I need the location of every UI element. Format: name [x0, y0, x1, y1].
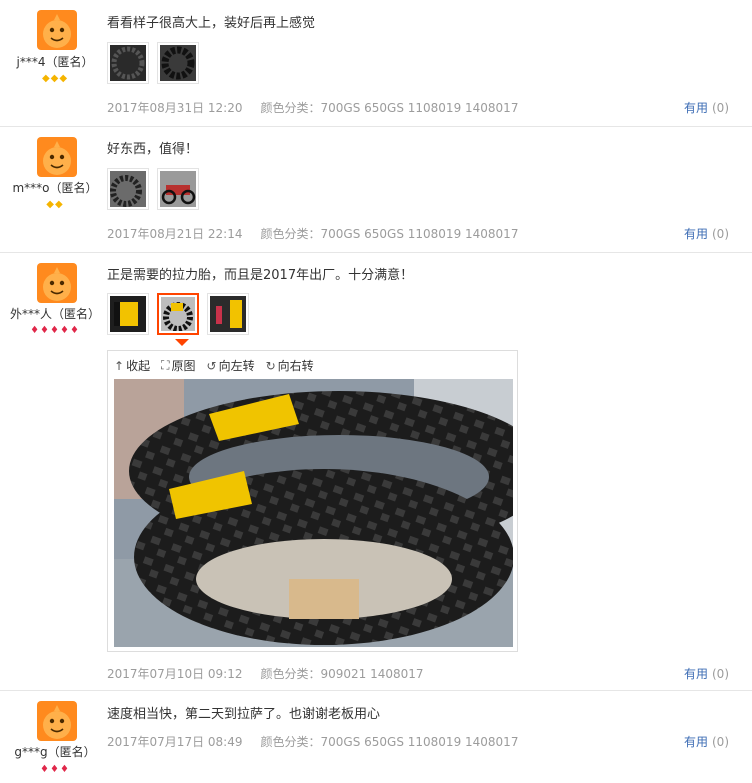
rank-badge: ♦♦♦: [40, 764, 70, 775]
useful-button[interactable]: 有用 (0): [684, 99, 729, 116]
photo-thumbnail[interactable]: [207, 293, 249, 335]
useful-count: (0): [712, 735, 729, 749]
username: g***g（匿名）: [14, 745, 96, 759]
rank-badge: ♦♦♦♦♦: [30, 325, 80, 336]
original-image-label: 原图: [171, 359, 196, 373]
review-text: 看看样子很高大上，装好后再上感觉: [107, 16, 316, 31]
photo-thumbnail-selected[interactable]: [157, 293, 199, 335]
avatar[interactable]: [37, 10, 77, 50]
review-meta: 2017年08月21日 22:14 颜色分类：700GS 650GS 110801…: [107, 225, 518, 242]
rotate-left-icon: ↺: [206, 358, 217, 373]
useful-count: (0): [712, 227, 729, 241]
useful-button[interactable]: 有用 (0): [684, 665, 729, 682]
username: j***4（匿名）: [16, 55, 94, 69]
useful-label[interactable]: 有用: [684, 101, 708, 115]
useful-label[interactable]: 有用: [684, 735, 708, 749]
selected-thumbnail-pointer: [175, 339, 189, 346]
review-spec: 颜色分类：700GS 650GS 1108019 1408017: [260, 227, 519, 241]
useful-button[interactable]: 有用 (0): [684, 225, 729, 242]
username: 外***人（匿名）: [9, 307, 100, 321]
photo-thumbnail[interactable]: [157, 42, 199, 84]
useful-count: (0): [712, 101, 729, 115]
photo-thumbnails: [107, 168, 199, 210]
review-spec: 颜色分类：700GS 650GS 1108019 1408017: [260, 101, 519, 115]
review-spec: 颜色分类：909021 1408017: [260, 667, 424, 681]
username: m***o（匿名）: [12, 181, 98, 195]
review-date: 2017年08月31日 12:20: [107, 101, 243, 115]
review-item: m***o（匿名） ◆◆ 好东西，值得！ 2017年08月21日 22:14 颜色…: [0, 127, 752, 253]
photo-thumbnail[interactable]: [107, 168, 149, 210]
useful-label[interactable]: 有用: [684, 227, 708, 241]
avatar[interactable]: [37, 137, 77, 177]
rotate-right-button[interactable]: ↻ 向右转: [266, 357, 314, 374]
review-meta: 2017年07月10日 09:12 颜色分类：909021 1408017: [107, 665, 424, 682]
review-date: 2017年07月10日 09:12: [107, 667, 243, 681]
useful-button[interactable]: 有用 (0): [684, 733, 729, 750]
rotate-left-label: 向左转: [218, 359, 255, 373]
photo-thumbnail[interactable]: [157, 168, 199, 210]
photo-thumbnail[interactable]: [107, 42, 149, 84]
useful-label[interactable]: 有用: [684, 667, 708, 681]
useful-count: (0): [712, 667, 729, 681]
review-spec: 颜色分类：700GS 650GS 1108019 1408017: [260, 735, 519, 749]
rotate-right-icon: ↻: [265, 358, 276, 373]
review-date: 2017年07月17日 08:49: [107, 735, 243, 749]
avatar[interactable]: [37, 263, 77, 303]
avatar[interactable]: [37, 701, 77, 741]
review-date: 2017年08月21日 22:14: [107, 227, 243, 241]
rotate-left-button[interactable]: ↺ 向左转: [207, 357, 255, 374]
original-image-button[interactable]: ⛶ 原图: [161, 357, 195, 374]
review-item: g***g（匿名） ♦♦♦ 速度相当快，第二天到拉萨了。也谢谢老板用心 2017…: [0, 691, 752, 783]
collapse-button[interactable]: ↑ 收起: [114, 357, 150, 374]
review-text: 速度相当快，第二天到拉萨了。也谢谢老板用心: [107, 707, 381, 722]
enlarged-photo[interactable]: [114, 379, 513, 647]
review-text: 好东西，值得！: [107, 142, 199, 157]
arrow-up-icon: ↑: [114, 358, 125, 373]
rotate-right-label: 向右转: [277, 359, 314, 373]
photo-thumbnails: [107, 293, 249, 335]
rank-badge: ◆◆: [46, 199, 64, 210]
photo-viewer: ↑ 收起 ⛶ 原图 ↺ 向左转 ↻ 向右转: [107, 350, 518, 652]
photo-thumbnail[interactable]: [107, 293, 149, 335]
expand-icon: ⛶: [161, 358, 170, 372]
collapse-label: 收起: [126, 359, 151, 373]
rank-badge: ◆◆◆: [41, 73, 69, 84]
photo-thumbnails: [107, 42, 199, 84]
viewer-toolbar: ↑ 收起 ⛶ 原图 ↺ 向左转 ↻ 向右转: [114, 357, 314, 374]
review-meta: 2017年08月31日 12:20 颜色分类：700GS 650GS 110801…: [107, 99, 518, 116]
review-item: j***4（匿名） ◆◆◆ 看看样子很高大上，装好后再上感觉 2017年08月3…: [0, 0, 752, 127]
review-meta: 2017年07月17日 08:49 颜色分类：700GS 650GS 110801…: [107, 733, 518, 750]
review-text: 正是需要的拉力胎，而且是2017年出厂。十分满意！: [107, 268, 414, 283]
